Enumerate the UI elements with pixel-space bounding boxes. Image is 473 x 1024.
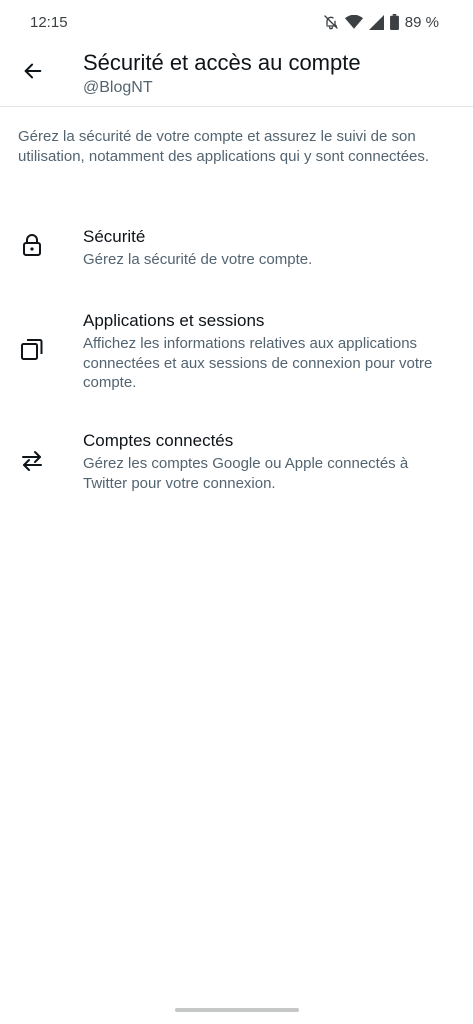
notifications-off-icon: [323, 14, 339, 30]
status-time: 12:15: [30, 13, 68, 31]
menu-item-security-description: Gérez la sécurité de votre compte.: [83, 251, 313, 268]
menu-item-apps-sessions-description: Affichez les informations relatives aux …: [83, 335, 433, 391]
app-header: Sécurité et accès au compte @BlogNT: [0, 44, 473, 107]
menu-item-connected-accounts-description: Gérez les comptes Google ou Apple connec…: [83, 455, 409, 492]
menu-item-connected-accounts-title: Comptes connectés: [83, 431, 234, 450]
account-handle: @BlogNT: [83, 79, 153, 96]
status-icons: 89 %: [323, 14, 439, 31]
menu-item-apps-sessions-title: Applications et sessions: [83, 311, 265, 330]
battery-percentage: 89 %: [404, 13, 439, 31]
wifi-icon: [344, 15, 363, 29]
back-button[interactable]: [14, 54, 52, 92]
menu-item-connected-accounts[interactable]: Comptes connectés Gérez les comptes Goog…: [0, 427, 473, 499]
menu-item-security[interactable]: Sécurité Gérez la sécurité de votre comp…: [0, 220, 473, 282]
page-description: Gérez la sécurité de votre compte et ass…: [18, 128, 430, 165]
home-gesture-bar[interactable]: [174, 1008, 299, 1012]
cellular-signal-icon: [368, 14, 384, 30]
lock-icon: [19, 232, 45, 258]
menu-item-security-title: Sécurité: [83, 227, 146, 246]
battery-icon: [389, 14, 399, 30]
arrow-left-icon: [22, 60, 44, 87]
menu-item-apps-sessions[interactable]: Applications et sessions Affichez les in…: [0, 305, 473, 397]
status-bar: 12:15 89 %: [0, 0, 473, 44]
page-title: Sécurité et accès au compte: [83, 50, 361, 75]
sessions-icon: [19, 336, 45, 362]
swap-arrows-icon: [19, 448, 45, 474]
